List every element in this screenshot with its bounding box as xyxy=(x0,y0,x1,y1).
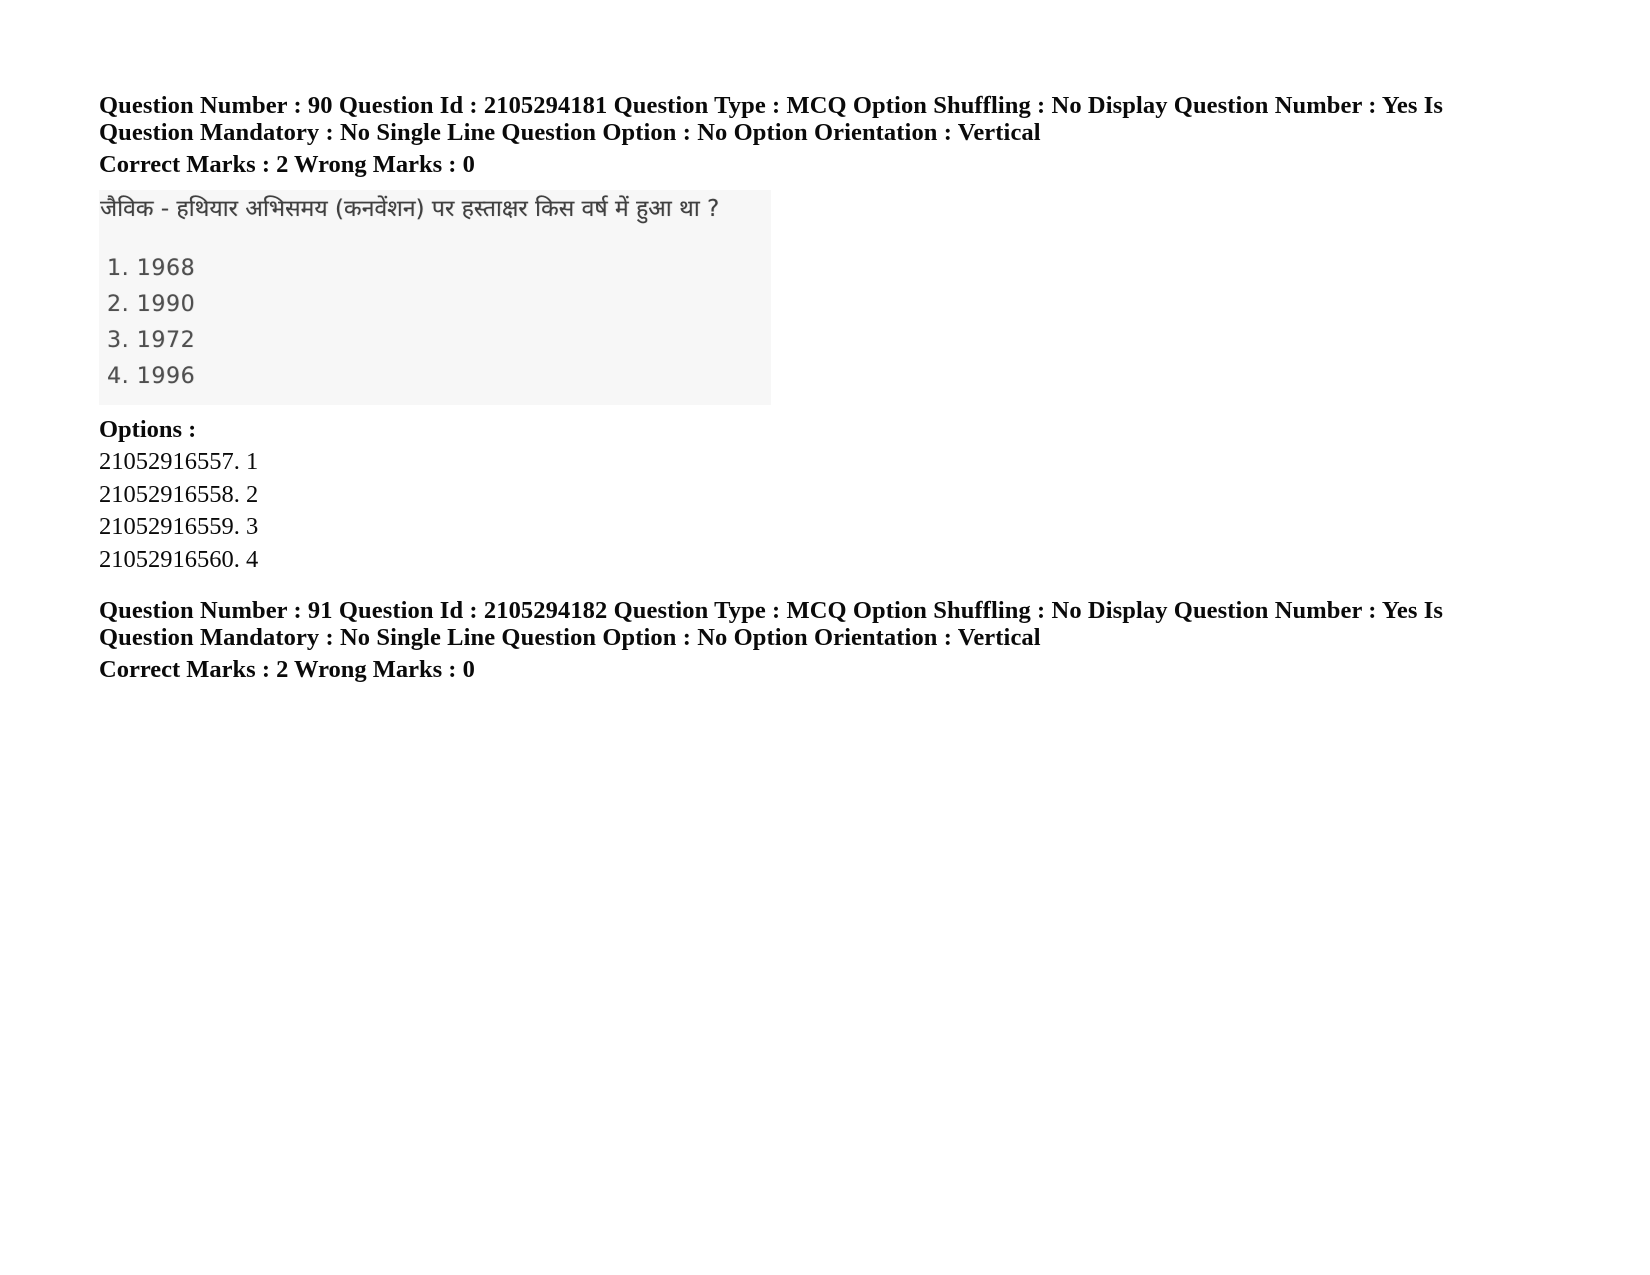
option-id-row-4: 21052916560. 4 xyxy=(99,545,259,573)
options-heading: Options : xyxy=(99,416,197,443)
question-choice-3: 3. 1972 xyxy=(107,328,196,353)
question-choice-2: 2. 1990 xyxy=(107,292,196,317)
question-choices-list: 1. 1968 2. 1990 3. 1972 4. 1996 xyxy=(99,251,771,395)
question-choice-1: 1. 1968 xyxy=(107,256,196,281)
question-stem-text: जैविक - हथियार अभिसमय (कनवेंशन) पर हस्ता… xyxy=(100,196,720,222)
question-meta-line-2: Question Mandatory : No Single Line Ques… xyxy=(99,119,1041,146)
question-marks-line: Correct Marks : 2 Wrong Marks : 0 xyxy=(99,656,475,683)
question-block-90: Question Number : 90 Question Id : 21052… xyxy=(99,92,1559,576)
question-meta-line-1: Question Number : 90 Question Id : 21052… xyxy=(99,92,1443,119)
option-id-row-1: 21052916557. 1 xyxy=(99,448,259,475)
question-block-91: Question Number : 91 Question Id : 21052… xyxy=(99,597,1559,683)
question-meta-line-2: Question Mandatory : No Single Line Ques… xyxy=(99,624,1041,651)
question-marks-line: Correct Marks : 2 Wrong Marks : 0 xyxy=(99,151,475,178)
option-id-row-2: 21052916558. 2 xyxy=(99,480,259,508)
question-choice-4: 4. 1996 xyxy=(107,364,196,389)
question-meta-line-1: Question Number : 91 Question Id : 21052… xyxy=(99,597,1443,624)
option-id-row-3: 21052916559. 3 xyxy=(99,513,259,540)
document-page: Question Number : 90 Question Id : 21052… xyxy=(0,0,1650,1275)
scanned-question-image: जैविक - हथियार अभिसमय (कनवेंशन) पर हस्ता… xyxy=(99,190,771,405)
